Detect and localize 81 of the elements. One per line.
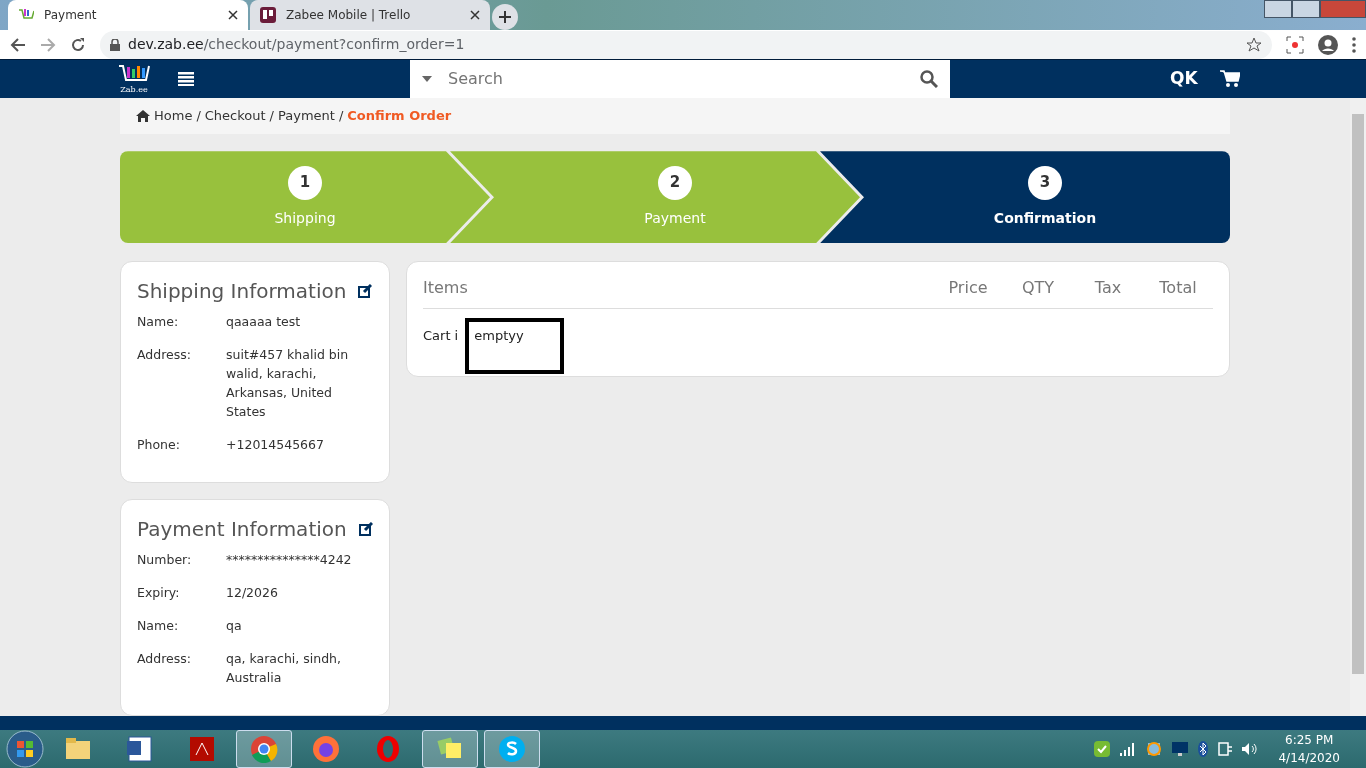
power-plug-icon[interactable] [1218,741,1233,757]
separator: / [196,107,201,126]
site-logo[interactable]: Zab.ee [118,64,150,95]
card-title: Shipping Information [137,278,347,306]
cart-message: emptyy [474,328,524,344]
taskbar-button[interactable] [484,730,540,768]
step-label: Payment [644,208,706,228]
field-label: Name: [137,617,180,636]
browser-tab[interactable]: Payment [8,0,248,30]
field-value: 12/2026 [226,584,279,603]
field-value: qa, karachi, sindh, Australia [226,650,342,688]
field-label: Number: [137,551,193,570]
field-value: +12014545667 [226,436,325,455]
clock-time: 6:25 PM [1284,732,1335,749]
step-label: Shipping [274,208,336,228]
browser-icon [248,733,280,765]
browser-icon [310,733,342,765]
board-icon [260,7,276,23]
field-label: Address: [137,346,192,365]
shield-icon[interactable] [1094,741,1111,757]
monitor-icon[interactable] [1172,742,1189,756]
more-icon[interactable] [1352,36,1356,53]
edit-icon[interactable] [358,284,373,299]
step-number: 1 [288,165,322,200]
taskbar-button[interactable] [236,730,292,768]
breadcrumb-link[interactable]: Payment [278,106,335,126]
search-icon[interactable] [920,70,938,89]
user-initials[interactable]: QK [1170,66,1198,92]
tab-title: Zabee Mobile | Trello [286,7,412,24]
account-icon[interactable] [1318,34,1338,55]
record-icon[interactable] [1286,35,1304,54]
close-icon[interactable] [470,10,480,20]
new-tab-icon[interactable] [492,4,518,30]
breadcrumb-current: Confirm Order [347,107,452,126]
column-header: Tax [1093,277,1123,300]
star-icon[interactable] [1246,36,1262,53]
separator: / [338,107,344,126]
separator: / [269,107,274,126]
clock-date: 4/14/2020 [1278,750,1340,767]
signal-icon[interactable] [1120,742,1137,756]
start-icon[interactable] [6,730,44,768]
column-header: QTY [1020,277,1056,300]
back-icon[interactable] [10,36,26,53]
menu-icon[interactable] [178,72,194,87]
card-title: Payment Information [137,516,347,544]
caret-icon[interactable] [422,76,432,83]
field-value: suit#457 khalid bin walid, karachi, Arkansas, United States [226,346,350,422]
breadcrumb-link[interactable]: Home [154,106,193,126]
field-label: Address: [137,650,192,669]
field-value: qaaaaa test [226,313,302,332]
step-number: 3 [1028,165,1062,200]
column-header: Price [947,277,989,300]
url-text: dev.zab.ee/checkout/payment?confirm_order=1 [128,35,465,55]
chat-icon [496,733,528,765]
address-bar[interactable]: dev.zab.ee/checkout/payment?confirm_order=1 [100,30,1272,59]
taskbar-button[interactable] [422,730,478,768]
field-label: Name: [137,313,180,332]
home-icon [136,110,150,123]
step-label: Confirmation [993,208,1097,228]
clock[interactable]: 6:25 PM 4/14/2020 [1278,731,1340,767]
speaker-icon[interactable] [1242,742,1259,756]
reload-icon[interactable] [70,36,86,53]
step-number: 2 [658,165,692,200]
lock-icon [110,38,120,51]
column-header: Total [1158,277,1198,300]
close-icon[interactable] [228,10,238,20]
update-icon[interactable] [1146,741,1163,757]
cart-message: Cart i [423,327,459,346]
field-value: qa [226,617,243,636]
search-field[interactable]: Search [410,60,950,99]
breadcrumb-link[interactable]: Checkout [204,106,266,126]
browser-tab[interactable]: Zabee Mobile | Trello [250,0,490,30]
field-label: Phone: [137,436,181,455]
field-label: Expiry: [137,584,181,603]
field-value: ***************4242 [226,551,353,570]
cart-icon[interactable] [1219,70,1240,89]
edit-icon[interactable] [358,522,373,537]
bluetooth-icon[interactable] [1198,741,1209,757]
column-header: Items [423,277,469,300]
tab-title: Payment [44,7,98,24]
scrollbar[interactable] [1350,98,1366,717]
